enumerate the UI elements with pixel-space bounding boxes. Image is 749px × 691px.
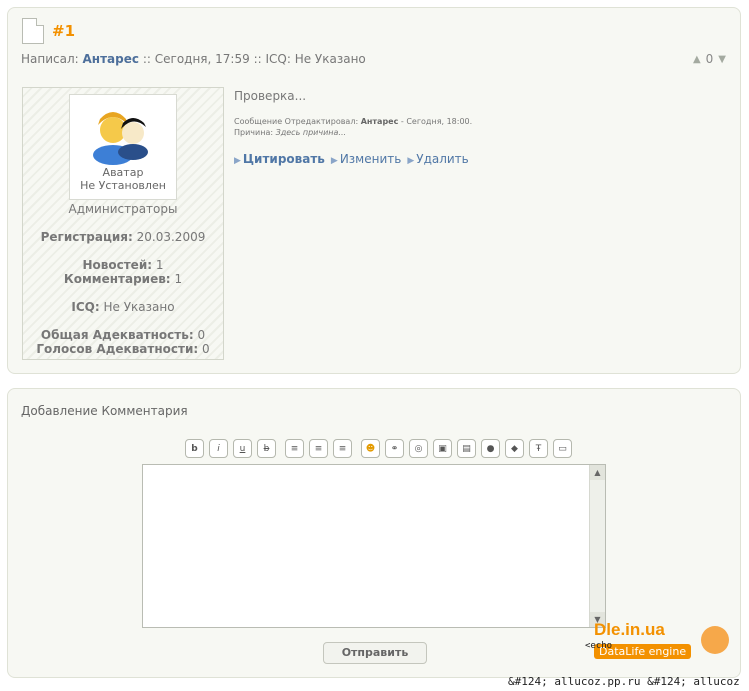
arrow-right-icon: ▶ <box>234 156 241 166</box>
users-icon <box>93 112 148 165</box>
translit-icon[interactable]: Ŧ <box>529 439 548 458</box>
author-link[interactable]: Антарес <box>83 52 139 66</box>
meta-sep: :: <box>142 52 151 66</box>
email-icon[interactable]: ▤ <box>457 439 476 458</box>
edit-button[interactable]: ▶ Изменить <box>331 152 401 166</box>
edit-reason: Здесь причина... <box>275 128 347 137</box>
quote-button[interactable]: ▶ Цитировать <box>234 152 325 166</box>
comments-row: Комментариев: 1 <box>63 272 183 286</box>
leech-icon[interactable]: ◎ <box>409 439 428 458</box>
comment-number[interactable]: #1 <box>52 22 75 40</box>
smile-icon[interactable]: ☻ <box>361 439 380 458</box>
comment-actions: ▶ Цитировать ▶ Изменить ▶ Удалить <box>234 152 469 166</box>
comment-meta: Написал: Антарес :: Сегодня, 17:59 :: IC… <box>21 52 366 66</box>
arrow-right-icon: ▶ <box>330 156 338 166</box>
news-row: Новостей: 1 <box>82 258 164 272</box>
hide-icon[interactable]: ● <box>481 439 500 458</box>
user-group: Администраторы <box>68 202 178 216</box>
avatar-caption: Аватар Не Установлен <box>80 166 166 192</box>
meta-prefix: Написал: <box>21 52 79 66</box>
rating: ▲ 0 ▼ <box>693 52 726 66</box>
edit-notice: Сообщение Отредактировал: Антарес - Сего… <box>234 117 473 137</box>
logo-icon <box>701 626 729 654</box>
comment-textarea[interactable]: ▲ ▼ <box>142 464 606 628</box>
avatar: Аватар Не Установлен <box>69 94 177 200</box>
italic-icon[interactable]: i <box>209 439 228 458</box>
image-icon[interactable]: ▣ <box>433 439 452 458</box>
meta-sep: :: <box>253 52 262 66</box>
delete-button[interactable]: ▶ Удалить <box>407 152 468 166</box>
edit-author: Антарес <box>360 117 399 126</box>
align-left-icon[interactable]: ≡ <box>285 439 304 458</box>
author-info-box: Аватар Не Установлен Администраторы Реги… <box>22 87 224 360</box>
icq-meta: ICQ: Не Указано <box>265 52 366 66</box>
align-right-icon[interactable]: ≡ <box>333 439 352 458</box>
document-icon <box>22 18 44 44</box>
comment-panel: #1 Написал: Антарес :: Сегодня, 17:59 ::… <box>7 7 741 374</box>
link-icon[interactable]: ⚭ <box>385 439 404 458</box>
side-code: <echo <box>585 641 613 651</box>
arrow-right-icon: ▶ <box>407 156 415 166</box>
comment-date: Сегодня, 17:59 <box>154 52 250 66</box>
comment-text: Проверка... <box>234 89 307 103</box>
add-comment-title: Добавление Комментария <box>21 404 188 418</box>
votes-row: Голосов Адекватности: 0 <box>36 342 210 356</box>
scroll-up-icon[interactable]: ▲ <box>590 465 605 480</box>
rate-up-icon[interactable]: ▲ <box>693 54 701 65</box>
rate-down-icon[interactable]: ▼ <box>718 54 726 65</box>
bold-icon[interactable]: b <box>185 439 204 458</box>
watermark-logo: Dle.in.ua DataLife engine <box>594 620 729 668</box>
registration-row: Регистрация: 20.03.2009 <box>40 230 206 244</box>
icq-row: ICQ: Не Указано <box>71 300 175 314</box>
underline-icon[interactable]: u <box>233 439 252 458</box>
adequacy-row: Общая Адекватность: 0 <box>40 328 206 342</box>
strike-icon[interactable]: b <box>257 439 276 458</box>
submit-button[interactable]: Отправить <box>323 642 427 664</box>
footer-text: &#124; allucoz.pp.ru &#124; allucoz <box>508 675 740 688</box>
scrollbar[interactable]: ▲ ▼ <box>589 465 605 627</box>
spoiler-icon[interactable]: ▭ <box>553 439 572 458</box>
bbcode-toolbar: b i u b ≡ ≡ ≡ ☻ ⚭ ◎ ▣ ▤ ● ◆ Ŧ ▭ <box>185 439 572 458</box>
quote-icon[interactable]: ◆ <box>505 439 524 458</box>
align-center-icon[interactable]: ≡ <box>309 439 328 458</box>
rating-value: 0 <box>705 52 714 66</box>
